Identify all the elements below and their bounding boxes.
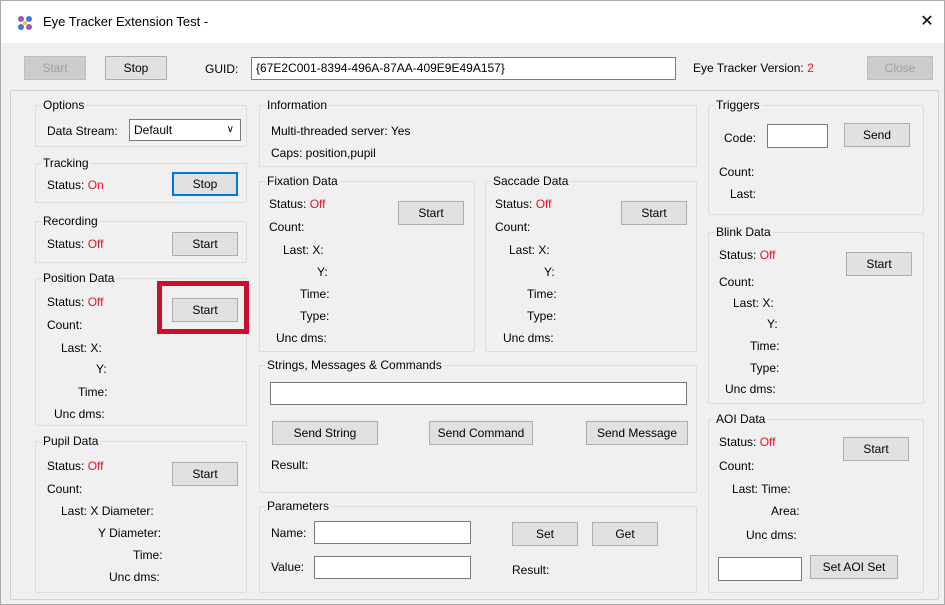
version-label: Eye Tracker Version: 2: [693, 61, 814, 75]
title-bar: Eye Tracker Extension Test - ✕: [1, 1, 944, 43]
position-status: Status: Off: [47, 295, 104, 309]
pupil-time: Time:: [133, 548, 163, 562]
aoi-data-title: AOI Data: [714, 412, 768, 426]
parameter-name-input[interactable]: [314, 521, 471, 544]
window-title: Eye Tracker Extension Test -: [43, 14, 209, 29]
send-command-button[interactable]: Send Command: [429, 421, 533, 445]
tracking-stop-button[interactable]: Stop: [172, 172, 238, 196]
send-message-button[interactable]: Send Message: [586, 421, 688, 445]
pupil-y-diameter: Y Diameter:: [98, 526, 162, 540]
fixation-unc: Unc dms:: [276, 331, 327, 345]
saccade-data-title: Saccade Data: [491, 174, 571, 188]
pupil-count: Count:: [47, 482, 83, 496]
pupil-last-x-diameter: Last: X Diameter:: [61, 504, 154, 518]
parameter-value-label: Value:: [271, 560, 305, 574]
information-title: Information: [265, 98, 330, 112]
blink-type: Type:: [750, 361, 780, 375]
close-button[interactable]: Close: [867, 56, 933, 80]
tracking-title: Tracking: [41, 156, 91, 170]
saccade-unc: Unc dms:: [503, 331, 554, 345]
position-last-x: Last: X:: [61, 341, 102, 355]
close-icon[interactable]: ✕: [917, 11, 937, 31]
blink-start-button[interactable]: Start: [846, 252, 912, 276]
blink-y: Y:: [767, 317, 778, 331]
recording-title: Recording: [41, 214, 100, 228]
strings-title: Strings, Messages & Commands: [265, 358, 444, 372]
set-aoi-set-button[interactable]: Set AOI Set: [810, 555, 898, 579]
saccade-y: Y:: [544, 265, 555, 279]
fixation-count: Count:: [269, 220, 305, 234]
chevron-down-icon: ∨: [226, 124, 234, 135]
position-time: Time:: [78, 385, 108, 399]
aoi-count: Count:: [719, 459, 755, 473]
saccade-type: Type:: [527, 309, 557, 323]
position-count: Count:: [47, 318, 83, 332]
saccade-start-button[interactable]: Start: [621, 201, 687, 225]
saccade-time: Time:: [527, 287, 557, 301]
fixation-last-x: Last: X:: [283, 243, 324, 257]
aoi-start-button[interactable]: Start: [843, 437, 909, 461]
position-data-title: Position Data: [41, 271, 117, 285]
saccade-last-x: Last: X:: [509, 243, 550, 257]
pupil-start-button[interactable]: Start: [172, 462, 238, 486]
parameter-value-input[interactable]: [314, 556, 471, 579]
recording-status: Status: Off: [47, 237, 104, 251]
blink-unc: Unc dms:: [725, 382, 776, 396]
strings-result-label: Result:: [271, 458, 309, 472]
trigger-code-input[interactable]: [767, 124, 828, 148]
triggers-title: Triggers: [714, 98, 762, 112]
trigger-last: Last:: [730, 187, 757, 201]
aoi-unc: Unc dms:: [746, 528, 797, 542]
parameter-set-button[interactable]: Set: [512, 522, 578, 546]
options-title: Options: [41, 98, 87, 112]
fixation-start-button[interactable]: Start: [398, 201, 464, 225]
saccade-count: Count:: [495, 220, 531, 234]
fixation-status: Status: Off: [269, 197, 326, 211]
fixation-data-title: Fixation Data: [265, 174, 340, 188]
aoi-last-time: Last: Time:: [732, 482, 791, 496]
saccade-status: Status: Off: [495, 197, 552, 211]
main-window: Eye Tracker Extension Test - ✕ Start Sto…: [0, 0, 945, 605]
start-button[interactable]: Start: [24, 56, 86, 80]
parameters-result-label: Result:: [512, 563, 550, 577]
parameter-get-button[interactable]: Get: [592, 522, 658, 546]
tracking-status: Status: On: [47, 178, 104, 192]
position-start-button[interactable]: Start: [172, 298, 238, 322]
parameters-group: Parameters: [259, 499, 697, 593]
trigger-code-label: Code:: [724, 131, 757, 145]
fixation-time: Time:: [300, 287, 330, 301]
blink-data-title: Blink Data: [714, 225, 773, 239]
app-icon: [18, 16, 32, 30]
aoi-status: Status: Off: [719, 435, 776, 449]
data-stream-select[interactable]: Default ∨: [129, 119, 241, 141]
pupil-unc: Unc dms:: [109, 570, 160, 584]
recording-start-button[interactable]: Start: [172, 232, 238, 256]
position-y: Y:: [96, 362, 107, 376]
position-unc: Unc dms:: [54, 407, 105, 421]
trigger-count: Count:: [719, 165, 755, 179]
pupil-status: Status: Off: [47, 459, 104, 473]
data-stream-label: Data Stream:: [47, 124, 118, 138]
send-string-button[interactable]: Send String: [272, 421, 378, 445]
blink-last-x: Last: X:: [733, 296, 774, 310]
pupil-data-title: Pupil Data: [41, 434, 101, 448]
caps-text: Caps: position,pupil: [271, 146, 376, 160]
data-stream-value: Default: [134, 123, 173, 137]
guid-label: GUID:: [205, 62, 239, 76]
version-value: 2: [807, 61, 814, 75]
multithreaded-server-text: Multi-threaded server: Yes: [271, 124, 411, 138]
blink-status: Status: Off: [719, 248, 776, 262]
stop-button[interactable]: Stop: [105, 56, 167, 80]
aoi-area: Area:: [771, 504, 800, 518]
string-input[interactable]: [270, 382, 687, 405]
guid-field[interactable]: {67E2C001-8394-496A-87AA-409E9E49A157}: [251, 57, 676, 80]
blink-count: Count:: [719, 275, 755, 289]
parameters-title: Parameters: [265, 499, 332, 513]
fixation-type: Type:: [300, 309, 330, 323]
aoi-set-input[interactable]: [718, 557, 802, 581]
trigger-send-button[interactable]: Send: [844, 123, 910, 147]
parameter-name-label: Name:: [271, 526, 307, 540]
blink-time: Time:: [750, 339, 780, 353]
fixation-y: Y:: [317, 265, 328, 279]
